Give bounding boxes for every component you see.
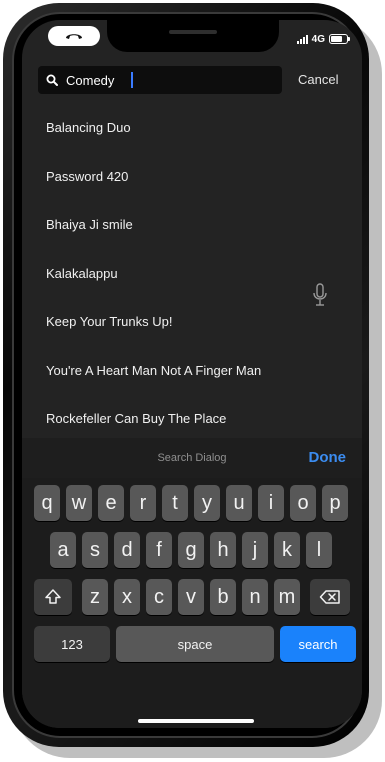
key-a[interactable]: a xyxy=(50,532,76,568)
shift-icon xyxy=(45,589,61,604)
key-row-4: 123 space search xyxy=(22,626,362,662)
key-v[interactable]: v xyxy=(178,579,204,615)
search-input[interactable] xyxy=(66,66,266,94)
key-row-1: q w e r t y u i o p xyxy=(22,485,362,521)
list-item[interactable]: Keep Your Trunks Up! xyxy=(22,298,362,347)
key-s[interactable]: s xyxy=(82,532,108,568)
notch xyxy=(107,20,279,52)
speaker-grille xyxy=(169,30,217,34)
key-u[interactable]: u xyxy=(226,485,252,521)
key-b[interactable]: b xyxy=(210,579,236,615)
phone-handset-icon xyxy=(66,34,82,39)
key-row-2: a s d f g h j k l xyxy=(22,532,362,568)
list-item[interactable]: Balancing Duo xyxy=(22,104,362,153)
key-f[interactable]: f xyxy=(146,532,172,568)
microphone-button[interactable] xyxy=(312,282,328,313)
key-z[interactable]: z xyxy=(82,579,108,615)
network-label: 4G xyxy=(311,33,325,45)
key-o[interactable]: o xyxy=(290,485,316,521)
done-button[interactable]: Done xyxy=(309,449,347,466)
key-x[interactable]: x xyxy=(114,579,140,615)
key-e[interactable]: e xyxy=(98,485,124,521)
search-results-list: Balancing Duo Password 420 Bhaiya Ji smi… xyxy=(22,104,362,444)
key-w[interactable]: w xyxy=(66,485,92,521)
signal-icon xyxy=(296,34,308,44)
search-field[interactable] xyxy=(38,66,282,94)
key-l[interactable]: l xyxy=(306,532,332,568)
key-j[interactable]: j xyxy=(242,532,268,568)
phone-screen: 4G Cancel Balancing Duo Password 420 Bha… xyxy=(22,20,362,728)
key-p[interactable]: p xyxy=(322,485,348,521)
battery-icon xyxy=(329,34,350,44)
numbers-key[interactable]: 123 xyxy=(34,626,110,662)
key-m[interactable]: m xyxy=(274,579,300,615)
key-h[interactable]: h xyxy=(210,532,236,568)
cancel-button[interactable]: Cancel xyxy=(298,72,338,87)
key-d[interactable]: d xyxy=(114,532,140,568)
key-n[interactable]: n xyxy=(242,579,268,615)
search-bar: Cancel xyxy=(22,66,362,96)
list-item[interactable]: Password 420 xyxy=(22,153,362,202)
key-r[interactable]: r xyxy=(130,485,156,521)
shift-key[interactable] xyxy=(34,579,72,615)
key-row-3: z x c v b n m xyxy=(22,579,362,615)
keyboard-accessory-bar: Search Dialog Done xyxy=(22,438,362,478)
search-icon xyxy=(46,74,58,86)
keyboard: Search Dialog Done q w e r t y u i o p a… xyxy=(22,438,362,728)
text-caret xyxy=(131,72,133,88)
key-c[interactable]: c xyxy=(146,579,172,615)
key-i[interactable]: i xyxy=(258,485,284,521)
list-item[interactable]: You're A Heart Man Not A Finger Man xyxy=(22,347,362,396)
key-q[interactable]: q xyxy=(34,485,60,521)
backspace-icon xyxy=(319,590,340,604)
key-g[interactable]: g xyxy=(178,532,204,568)
key-y[interactable]: y xyxy=(194,485,220,521)
home-indicator[interactable] xyxy=(138,719,254,723)
microphone-icon xyxy=(313,283,327,306)
key-t[interactable]: t xyxy=(162,485,188,521)
call-indicator xyxy=(48,26,100,46)
list-item[interactable]: Bhaiya Ji smile xyxy=(22,201,362,250)
search-key[interactable]: search xyxy=(280,626,356,662)
key-k[interactable]: k xyxy=(274,532,300,568)
list-item[interactable]: Rockefeller Can Buy The Place xyxy=(22,395,362,444)
delete-key[interactable] xyxy=(310,579,350,615)
status-bar-right: 4G xyxy=(296,33,350,45)
space-key[interactable]: space xyxy=(116,626,274,662)
list-item[interactable]: Kalakalappu xyxy=(22,250,362,299)
